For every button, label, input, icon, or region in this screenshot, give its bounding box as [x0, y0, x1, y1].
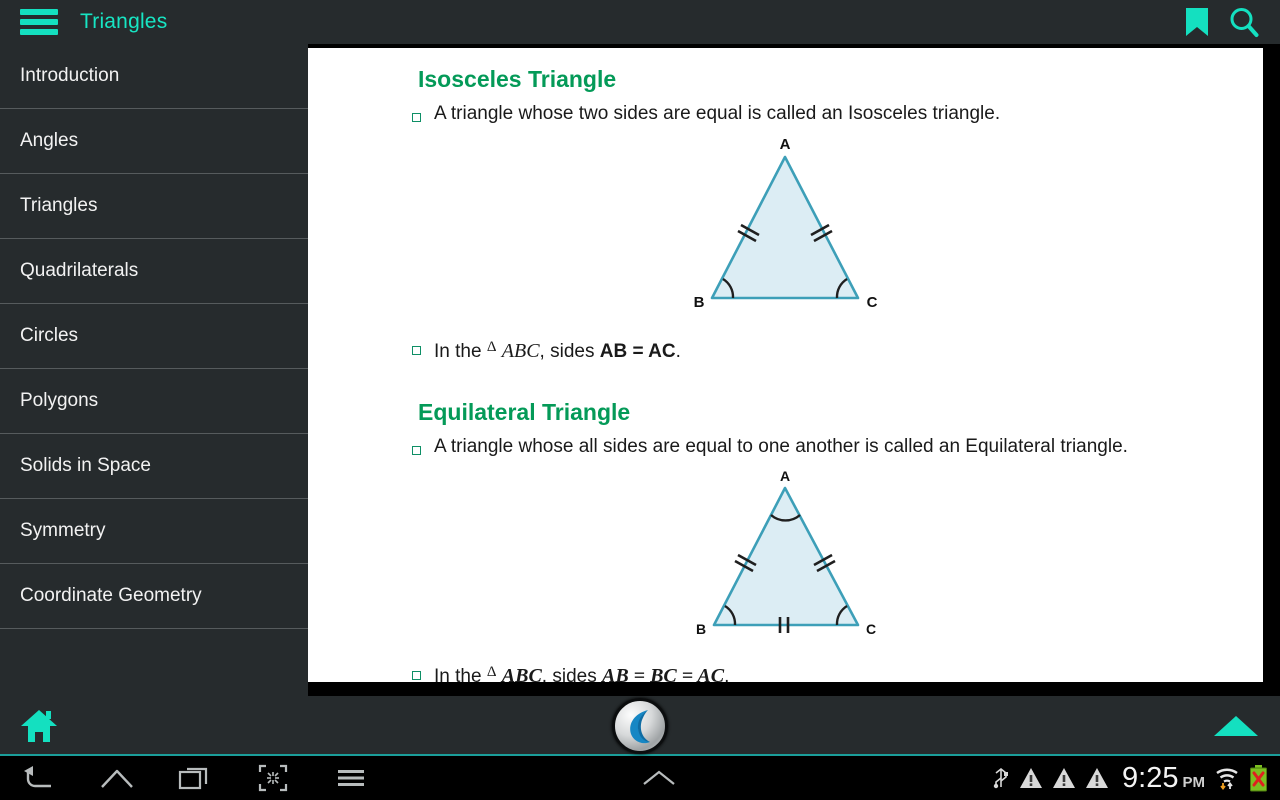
- section-heading-isosceles: Isosceles Triangle: [418, 66, 617, 92]
- delta-symbol: Δ: [486, 664, 497, 680]
- vertex-label-b: B: [693, 294, 704, 311]
- sidebar-item-polygons[interactable]: Polygons: [0, 369, 308, 434]
- content-panel[interactable]: Isosceles Triangle A triangle whose two …: [308, 48, 1263, 682]
- sidebar-item-label: Angles: [20, 130, 79, 151]
- isosceles-triangle-figure: A B C: [693, 136, 877, 311]
- equilateral-triangle-figure: A B C: [696, 470, 876, 637]
- note-end: .: [724, 666, 730, 682]
- bullet-item-isosceles-definition: A triangle whose two sides are equal is …: [412, 101, 1263, 131]
- crescent-moon-glyph: [630, 710, 650, 744]
- vertex-label-a: A: [779, 136, 790, 153]
- search-icon[interactable]: [1228, 6, 1260, 38]
- bullet-square-icon: [412, 434, 434, 464]
- bookmark-icon[interactable]: [1184, 6, 1210, 38]
- hamburger-bar: [20, 9, 58, 15]
- sidebar-item-label: Introduction: [20, 65, 120, 86]
- bullet-square-icon: [412, 334, 434, 365]
- note-prefix: In the: [434, 341, 482, 362]
- hamburger-bar: [20, 19, 58, 25]
- triangle-up-icon[interactable]: [1214, 716, 1258, 736]
- android-system-bar: 9:25 PM: [0, 756, 1280, 800]
- top-bar-actions: [1184, 6, 1280, 38]
- menu-icon[interactable]: [312, 756, 390, 800]
- status-icons: 9:25 PM: [992, 762, 1280, 795]
- battery-error-icon: [1250, 764, 1267, 791]
- vertex-label-c: C: [866, 621, 876, 637]
- note-mid: , sides: [539, 341, 595, 362]
- sidebar-item-label: Coordinate Geometry: [20, 585, 202, 606]
- warning-icon: [1053, 768, 1076, 788]
- hamburger-icon[interactable]: [20, 9, 58, 35]
- home-outline-icon[interactable]: [78, 756, 156, 800]
- bullet-square-icon: [412, 659, 434, 682]
- bullet-square-icon: [412, 101, 434, 131]
- vertex-label-b: B: [696, 621, 706, 637]
- hamburger-bar: [20, 29, 58, 35]
- side-relation: AB = BC = AC: [602, 665, 725, 682]
- sidebar-item-symmetry[interactable]: Symmetry: [0, 499, 308, 564]
- warning-icon: [1020, 768, 1043, 788]
- sidebar-item-label: Symmetry: [20, 520, 106, 541]
- app-root: Triangles Introduction Angles Triangles …: [0, 0, 1280, 800]
- android-nav-buttons: [0, 756, 698, 800]
- note-end: .: [675, 341, 681, 362]
- note-prefix: In the: [434, 666, 482, 682]
- sidebar-item-label: Quadrilaterals: [20, 260, 139, 281]
- app-top-bar: Triangles: [0, 0, 1280, 44]
- sidebar-item-coordinate-geometry[interactable]: Coordinate Geometry: [0, 564, 308, 629]
- chevron-up-icon[interactable]: [620, 756, 698, 800]
- back-arrow-icon[interactable]: [0, 756, 78, 800]
- bullet-text: In the Δ ABC, sides AB = BC = AC.: [434, 659, 729, 682]
- delta-symbol: Δ: [486, 339, 497, 355]
- sidebar-item-angles[interactable]: Angles: [0, 109, 308, 174]
- vertex-label-a: A: [780, 470, 790, 484]
- moon-icon[interactable]: [612, 698, 668, 754]
- triangle-name: ABC: [501, 665, 542, 682]
- bullet-item-equilateral-note: In the Δ ABC, sides AB = BC = AC.: [412, 659, 1263, 682]
- vertex-label-c: C: [866, 294, 877, 311]
- bullet-text: A triangle whose two sides are equal is …: [434, 103, 1001, 124]
- sidebar-item-introduction[interactable]: Introduction: [0, 44, 308, 109]
- content-scroll-area: Isosceles Triangle A triangle whose two …: [308, 48, 1263, 682]
- sidebar-item-quadrilaterals[interactable]: Quadrilaterals: [0, 239, 308, 304]
- bullet-item-equilateral-definition: A triangle whose all sides are equal to …: [412, 434, 1263, 464]
- status-clock: 9:25 PM: [1122, 762, 1205, 795]
- side-relation: AB = AC: [599, 341, 676, 362]
- note-mid: , sides: [541, 666, 597, 682]
- sidebar-nav: Introduction Angles Triangles Quadrilate…: [0, 44, 308, 696]
- triangle-name: ABC: [501, 340, 540, 362]
- home-icon[interactable]: [20, 708, 58, 744]
- usb-icon: [993, 767, 1009, 789]
- bullet-text: In the Δ ABC, sides AB = AC.: [434, 334, 681, 365]
- screenshot-icon[interactable]: [234, 756, 312, 800]
- page-title: Triangles: [80, 10, 168, 33]
- sidebar-item-circles[interactable]: Circles: [0, 304, 308, 369]
- recent-apps-icon[interactable]: [156, 756, 234, 800]
- sidebar-item-label: Polygons: [20, 390, 99, 411]
- clock-time: 9:25: [1122, 761, 1179, 794]
- sidebar-item-label: Triangles: [20, 195, 98, 216]
- clock-meridiem: PM: [1182, 773, 1206, 791]
- sidebar-item-triangles[interactable]: Triangles: [0, 174, 308, 239]
- sidebar-item-label: Circles: [20, 325, 79, 346]
- bullet-item-isosceles-note: In the Δ ABC, sides AB = AC.: [412, 334, 1263, 365]
- warning-icon: [1086, 768, 1109, 788]
- sidebar-item-solids-in-space[interactable]: Solids in Space: [0, 434, 308, 499]
- bullet-text: A triangle whose all sides are equal to …: [434, 436, 1128, 457]
- section-heading-equilateral: Equilateral Triangle: [418, 399, 631, 425]
- sidebar-item-label: Solids in Space: [20, 455, 151, 476]
- wifi-icon: [1216, 768, 1238, 790]
